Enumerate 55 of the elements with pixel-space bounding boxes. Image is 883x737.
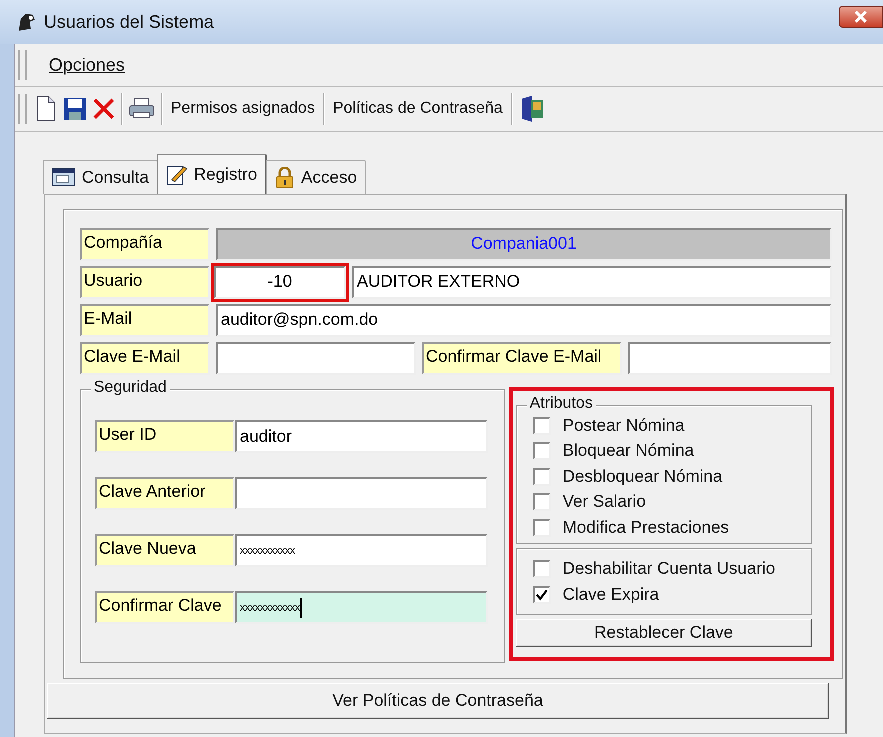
- input-field[interactable]: auditor: [235, 420, 488, 453]
- checkbox-label: Deshabilitar Cuenta Usuario: [562, 559, 776, 580]
- printer-icon[interactable]: [129, 98, 155, 120]
- email-field[interactable]: auditor@spn.com.do: [216, 304, 832, 337]
- field-label: Confirmar Clave: [95, 591, 235, 624]
- toolbar-button[interactable]: Permisos asignados: [169, 100, 318, 118]
- checkbox[interactable]: [532, 560, 551, 578]
- checkbox[interactable]: [532, 416, 551, 435]
- close-button[interactable]: [839, 6, 883, 28]
- field-label: Confirmar Clave E-Mail: [422, 342, 622, 375]
- checkbox-label: Bloquear Nómina: [562, 441, 694, 462]
- pencil-note-icon: [166, 164, 188, 186]
- grip-handle[interactable]: [18, 94, 27, 124]
- field-label: Clave Anterior: [95, 477, 235, 510]
- checkbox-label: Desbloquear Nómina: [562, 466, 723, 487]
- window-title: Usuarios del Sistema: [44, 12, 214, 32]
- checkbox-label: Modifica Prestaciones: [562, 518, 730, 538]
- window-icon: [52, 168, 76, 188]
- checkbox[interactable]: [532, 468, 551, 486]
- input-field[interactable]: xxxxxxxxxxx: [235, 534, 488, 567]
- field-label: E-Mail: [80, 304, 210, 337]
- user-name-field[interactable]: AUDITOR EXTERNO: [352, 266, 832, 299]
- confirm-email-password-field[interactable]: [628, 342, 832, 375]
- checkbox-label: Postear Nómina: [562, 416, 685, 436]
- user-code-field[interactable]: -10: [214, 266, 346, 299]
- input-field[interactable]: [235, 477, 488, 510]
- tab[interactable]: Acceso: [266, 160, 366, 194]
- checkbox[interactable]: [532, 442, 551, 460]
- group-title: Seguridad: [91, 379, 170, 397]
- checkbox[interactable]: [532, 586, 551, 604]
- delete-icon[interactable]: [93, 98, 115, 120]
- company-field: Compania001: [216, 228, 832, 261]
- close-icon: [854, 11, 868, 23]
- field-label: Clave E-Mail: [80, 342, 210, 375]
- input-field[interactable]: xxxxxxxxxxxx: [235, 591, 488, 624]
- figure-icon: [16, 11, 38, 33]
- checkbox-label: Ver Salario: [562, 492, 646, 512]
- field-label: User ID: [95, 420, 235, 453]
- field-label: Usuario: [80, 266, 210, 299]
- password-policies-button[interactable]: Ver Políticas de Contraseña: [47, 683, 829, 719]
- grip-handle[interactable]: [18, 50, 27, 80]
- checkbox-label: Clave Expira: [562, 584, 660, 605]
- email-password-field[interactable]: [216, 342, 416, 375]
- tab[interactable]: Registro: [157, 154, 268, 194]
- reset-password-button[interactable]: Restablecer Clave: [516, 618, 812, 646]
- menu-item[interactable]: Opciones: [37, 54, 136, 76]
- field-label: Clave Nueva: [95, 534, 235, 567]
- lock-icon: [275, 166, 296, 188]
- tab[interactable]: Consulta: [43, 160, 158, 194]
- field-label: Compañía: [80, 228, 210, 261]
- toolbar-button[interactable]: Políticas de Contraseña: [331, 100, 505, 118]
- checkbox[interactable]: [532, 493, 551, 512]
- save-icon[interactable]: [63, 97, 87, 121]
- new-document-icon[interactable]: [35, 96, 57, 122]
- checkbox[interactable]: [532, 518, 551, 537]
